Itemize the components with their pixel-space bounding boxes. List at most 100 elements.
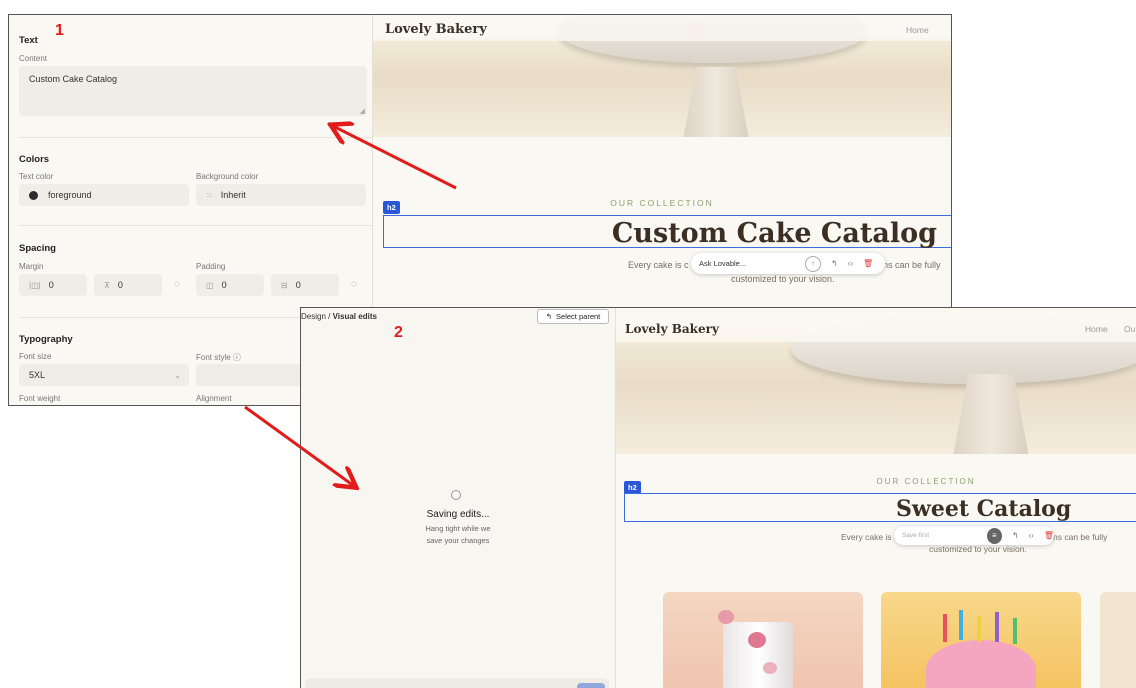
- trash-icon[interactable]: 🗑: [863, 259, 873, 268]
- breadcrumb-root[interactable]: Design: [301, 312, 326, 321]
- select-parent-button[interactable]: ↰ Select parent: [537, 309, 609, 324]
- padding-y-value: 0: [295, 280, 301, 290]
- padding-x-value: 0: [221, 280, 227, 290]
- rose-decoration: [748, 632, 766, 648]
- candle: [959, 610, 963, 640]
- text-color-value: foreground: [48, 190, 92, 200]
- bg-color-value: Inherit: [220, 190, 246, 200]
- font-weight-label: Font weight: [19, 394, 61, 403]
- subtitle-right: ns can be fully: [883, 260, 941, 270]
- collection-eyebrow: OUR COLLECTION: [610, 198, 714, 208]
- font-size-select[interactable]: 5XL ⌄: [19, 364, 189, 386]
- margin-x-input[interactable]: |◫| 0: [19, 274, 87, 296]
- content-value: Custom Cake Catalog: [29, 74, 118, 84]
- edit-toolbar: Save first ≡ ↰ ‹› 🗑: [894, 526, 1054, 545]
- content-label: Content: [19, 54, 48, 63]
- breadcrumb-current: Visual edits: [332, 312, 377, 321]
- saving-line2: save your changes: [426, 536, 490, 545]
- screenshot-2: Design / Visual edits ↰ Select parent Sa…: [300, 307, 1136, 688]
- margin-label: Margin: [19, 262, 44, 271]
- font-size-label: Font size: [19, 352, 52, 361]
- toolbar-input[interactable]: Save first: [902, 532, 987, 539]
- step-number-1: 1: [55, 22, 64, 39]
- font-style-label: Font style ⓘ: [196, 353, 241, 362]
- product-card-image[interactable]: [1100, 592, 1136, 688]
- saving-line1: Hang tight while we: [425, 524, 491, 533]
- padding-y-input[interactable]: ⊟ 0: [271, 274, 339, 296]
- ask-input[interactable]: Ask Lovable...: [699, 259, 805, 268]
- nav-home[interactable]: Home: [906, 25, 929, 35]
- brand-logo[interactable]: Lovely Bakery: [385, 22, 487, 37]
- cake-stand: [953, 374, 1029, 454]
- hero-image: [373, 15, 951, 137]
- bg-color-field[interactable]: ⁙ Inherit: [196, 184, 366, 206]
- editor-panel: Design / Visual edits ↰ Select parent Sa…: [301, 308, 616, 688]
- candle: [943, 614, 947, 642]
- padding-expand-icon[interactable]: ◌: [351, 279, 357, 290]
- candle: [977, 616, 981, 642]
- bg-color-label: Background color: [196, 172, 259, 181]
- chat-input[interactable]: [305, 678, 609, 688]
- color-swatch-icon: [29, 190, 38, 200]
- candle: [1013, 618, 1017, 644]
- site-preview: Lovely Bakery Home Ou OUR COLLECTION h2 …: [616, 308, 1136, 688]
- subtitle-line2: customized to your vision.: [929, 544, 1027, 554]
- brand-logo[interactable]: Lovely Bakery: [625, 322, 719, 336]
- cake-stand: [683, 67, 749, 137]
- breadcrumb-separator: /: [328, 312, 331, 321]
- transparent-swatch-icon: ⁙: [206, 190, 213, 200]
- margin-y-value: 0: [117, 280, 123, 290]
- padding-x-icon: ◫: [206, 280, 214, 290]
- ask-toolbar: Ask Lovable... ↑ ↰ ‹› 🗑: [691, 253, 885, 274]
- saving-title: Saving edits...: [426, 509, 490, 520]
- margin-y-icon: ⊼: [104, 280, 110, 290]
- content-textarea[interactable]: Custom Cake Catalog ◢: [19, 66, 367, 116]
- birthday-cake: [926, 640, 1036, 688]
- subtitle-left: Every cake is c: [628, 260, 689, 270]
- subtitle-right: ns can be fully: [1053, 532, 1108, 542]
- send-button[interactable]: [577, 683, 605, 688]
- margin-x-icon: |◫|: [29, 280, 41, 290]
- collection-eyebrow: OUR COLLECTION: [876, 477, 976, 486]
- nav-ou[interactable]: Ou: [1124, 324, 1135, 334]
- select-parent-icon[interactable]: ↰: [1012, 531, 1019, 540]
- section-typography-title: Typography: [19, 334, 73, 345]
- element-tag-badge: h2: [383, 201, 400, 214]
- section-spacing-title: Spacing: [19, 243, 56, 254]
- subtitle-line2: customized to your vision.: [731, 274, 835, 284]
- code-icon[interactable]: ‹›: [848, 259, 853, 268]
- padding-y-icon: ⊟: [281, 280, 288, 290]
- divider: [19, 225, 372, 226]
- product-card-image[interactable]: [881, 592, 1081, 688]
- section-colors-title: Colors: [19, 154, 50, 165]
- select-parent-icon: ↰: [545, 312, 553, 321]
- spinner-icon: [451, 490, 461, 500]
- font-size-value: 5XL: [29, 370, 46, 380]
- divider: [19, 137, 372, 138]
- rose-decoration: [763, 662, 777, 674]
- margin-expand-icon[interactable]: ◌: [174, 279, 180, 290]
- chevron-down-icon: ⌄: [174, 370, 181, 380]
- margin-x-value: 0: [48, 280, 54, 290]
- padding-x-input[interactable]: ◫ 0: [196, 274, 264, 296]
- breadcrumb: Design / Visual edits: [301, 312, 377, 321]
- stop-icon[interactable]: ≡: [986, 527, 1002, 544]
- alignment-label: Alignment: [196, 394, 232, 403]
- rose-decoration: [718, 610, 734, 624]
- padding-label: Padding: [196, 262, 226, 271]
- arrow-up-icon[interactable]: ↑: [805, 255, 821, 272]
- text-color-label: Text color: [19, 172, 54, 181]
- resize-handle-icon[interactable]: ◢: [360, 107, 365, 115]
- section-text-title: Text: [19, 35, 38, 46]
- select-parent-icon[interactable]: ↰: [831, 259, 838, 268]
- page-heading[interactable]: Sweet Catalog: [896, 496, 1071, 522]
- nav-home[interactable]: Home: [1085, 324, 1108, 334]
- product-card-image[interactable]: [663, 592, 863, 688]
- candle: [995, 612, 999, 642]
- margin-y-input[interactable]: ⊼ 0: [94, 274, 162, 296]
- page-heading[interactable]: Custom Cake Catalog: [612, 218, 937, 249]
- trash-icon[interactable]: 🗑: [1044, 531, 1054, 540]
- text-color-field[interactable]: foreground: [19, 184, 189, 206]
- code-icon[interactable]: ‹›: [1029, 531, 1034, 540]
- step-number-2: 2: [394, 324, 403, 341]
